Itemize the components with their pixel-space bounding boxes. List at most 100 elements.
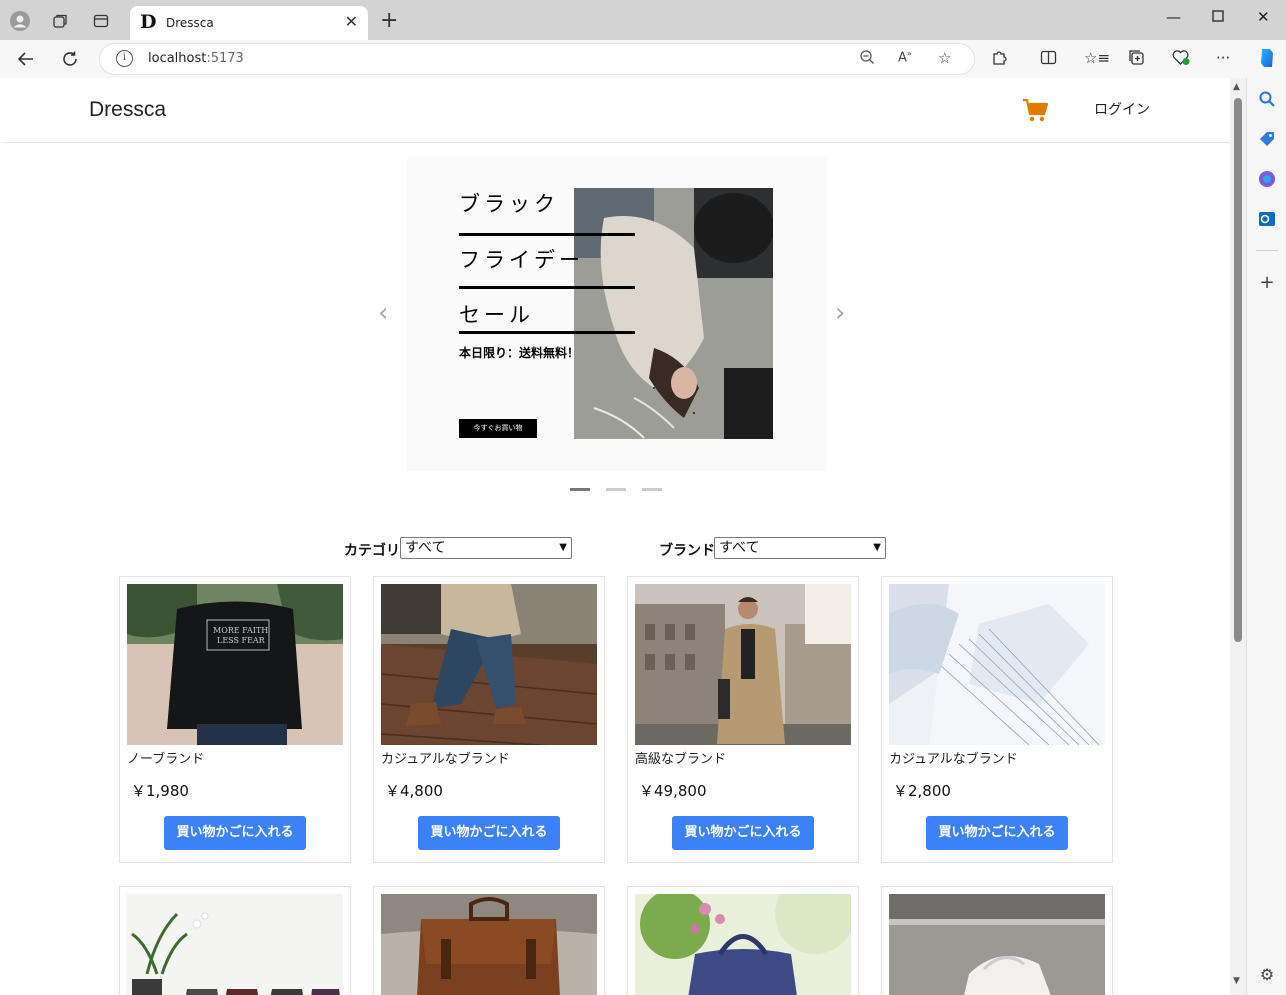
refresh-icon[interactable] bbox=[58, 47, 82, 71]
product-image[interactable] bbox=[635, 584, 851, 745]
close-window-icon[interactable]: ✕ bbox=[1257, 8, 1270, 26]
carousel-slide-photo bbox=[574, 188, 773, 439]
scrollbar-thumb[interactable] bbox=[1234, 98, 1242, 642]
brand-select[interactable]: すべて ▼ bbox=[714, 537, 886, 559]
product-card bbox=[119, 886, 351, 995]
product-price: ￥4,800 bbox=[385, 782, 443, 800]
promo-subtitle: 本日限り：送料無料！ bbox=[459, 346, 580, 360]
product-card bbox=[881, 886, 1113, 995]
promo-headline-1: ブラック bbox=[459, 192, 559, 216]
add-to-cart-button[interactable]: 買い物かごに入れる bbox=[164, 816, 306, 850]
shop-now-button[interactable]: 今すぐお買い物 bbox=[459, 419, 537, 438]
carousel-next-icon[interactable]: › bbox=[835, 298, 845, 328]
site-header: Dressca ログイン bbox=[2, 78, 1230, 143]
product-brand: カジュアルなブランド bbox=[889, 752, 1018, 767]
split-screen-icon[interactable] bbox=[1040, 49, 1057, 70]
tab-close-icon[interactable]: ✕ bbox=[345, 12, 358, 31]
profile-icon[interactable] bbox=[9, 10, 31, 32]
promo-divider bbox=[459, 233, 635, 236]
carousel-dot-1[interactable] bbox=[570, 488, 590, 491]
scroll-up-icon[interactable]: ▲ bbox=[1233, 82, 1240, 92]
address-bar[interactable]: i localhost:5173 A» ☆ bbox=[99, 43, 975, 75]
brand-label: ブランド bbox=[659, 543, 715, 559]
product-image[interactable] bbox=[889, 584, 1105, 745]
outlook-icon[interactable] bbox=[1258, 210, 1276, 228]
tab-title: Dressca bbox=[166, 16, 214, 30]
browser-tab-bar: D Dressca ✕ + — ✕ bbox=[0, 0, 1286, 40]
favorite-star-icon[interactable]: ☆ bbox=[938, 49, 951, 67]
more-menu-icon[interactable]: ··· bbox=[1216, 49, 1230, 67]
product-brand: カジュアルなブランド bbox=[381, 752, 510, 767]
microsoft-365-icon[interactable] bbox=[1258, 170, 1276, 188]
product-brand: 高級なブランド bbox=[635, 752, 727, 767]
product-price: ￥2,800 bbox=[893, 782, 951, 800]
page-scrollbar[interactable]: ▲ ▼ bbox=[1230, 78, 1246, 995]
chevron-down-icon: ▼ bbox=[873, 542, 881, 553]
favorites-icon[interactable]: ☆≡ bbox=[1084, 49, 1110, 67]
chevron-down-icon: ▼ bbox=[559, 542, 567, 553]
browser-tab[interactable]: D Dressca ✕ bbox=[130, 6, 368, 40]
maximize-icon[interactable] bbox=[1212, 8, 1224, 26]
shopping-tag-icon[interactable] bbox=[1258, 130, 1276, 148]
product-image[interactable]: MORE FAITH LESS FEAR bbox=[127, 584, 343, 745]
url-host: localhost bbox=[148, 51, 207, 66]
url-port: :5173 bbox=[206, 51, 244, 66]
workspaces-icon[interactable] bbox=[49, 10, 71, 32]
read-aloud-icon[interactable]: A» bbox=[898, 49, 912, 65]
browser-sidebar: + ⚙ bbox=[1246, 78, 1286, 995]
brand-select-value: すべて bbox=[719, 540, 760, 556]
promo-divider bbox=[459, 331, 635, 334]
product-image[interactable] bbox=[127, 894, 343, 995]
sidebar-settings-icon[interactable]: ⚙ bbox=[1258, 966, 1276, 984]
add-sidebar-app-icon[interactable]: + bbox=[1258, 274, 1276, 292]
category-label: カテゴリ bbox=[344, 543, 400, 559]
site-brand[interactable]: Dressca bbox=[89, 98, 166, 122]
product-image[interactable] bbox=[635, 894, 851, 995]
collections-icon[interactable] bbox=[1128, 49, 1145, 70]
product-image[interactable] bbox=[889, 894, 1105, 995]
extensions-icon[interactable] bbox=[991, 49, 1008, 70]
carousel-dot-2[interactable] bbox=[606, 488, 626, 491]
carousel-prev-icon[interactable]: ‹ bbox=[378, 298, 388, 328]
product-brand: ノーブランド bbox=[127, 752, 205, 767]
browser-essentials-icon[interactable] bbox=[1172, 49, 1191, 70]
product-card bbox=[627, 886, 859, 995]
tab-actions-icon[interactable] bbox=[90, 10, 112, 32]
new-tab-icon[interactable]: + bbox=[380, 8, 398, 33]
category-select-value: すべて bbox=[405, 540, 446, 556]
promo-divider bbox=[459, 286, 635, 289]
svg-text:MORE FAITH: MORE FAITH bbox=[213, 626, 268, 635]
minimize-icon[interactable]: — bbox=[1166, 8, 1181, 26]
svg-text:LESS FEAR: LESS FEAR bbox=[217, 636, 266, 645]
product-image[interactable] bbox=[381, 894, 597, 995]
cart-icon[interactable] bbox=[1022, 97, 1050, 123]
product-card: MORE FAITH LESS FEAR ノーブランド ￥1,980 買い物かご… bbox=[119, 576, 351, 863]
carousel-dot-3[interactable] bbox=[642, 488, 662, 491]
category-select[interactable]: すべて ▼ bbox=[400, 537, 572, 559]
product-price: ￥49,800 bbox=[639, 782, 707, 800]
product-card: カジュアルなブランド ￥4,800 買い物かごに入れる bbox=[373, 576, 605, 863]
add-to-cart-button[interactable]: 買い物かごに入れる bbox=[418, 816, 560, 850]
url-text: localhost:5173 bbox=[148, 51, 244, 66]
tab-favicon-icon: D bbox=[140, 11, 157, 33]
add-to-cart-button[interactable]: 買い物かごに入れる bbox=[672, 816, 814, 850]
add-to-cart-button[interactable]: 買い物かごに入れる bbox=[926, 816, 1068, 850]
product-card: 高級なブランド ￥49,800 買い物かごに入れる bbox=[627, 576, 859, 863]
web-page: Dressca ログイン ブラック フライデー セール 本日限り：送料無料！ 今… bbox=[2, 78, 1230, 995]
product-image[interactable] bbox=[381, 584, 597, 745]
browser-toolbar: i localhost:5173 A» ☆ ☆≡ ··· bbox=[0, 40, 1286, 78]
product-card: カジュアルなブランド ￥2,800 買い物かごに入れる bbox=[881, 576, 1113, 863]
product-card bbox=[373, 886, 605, 995]
promo-headline-3: セール bbox=[459, 303, 534, 327]
sidebar-divider bbox=[1256, 250, 1278, 251]
search-icon[interactable] bbox=[1258, 90, 1276, 108]
scroll-down-icon[interactable]: ▼ bbox=[1233, 976, 1240, 986]
product-price: ￥1,980 bbox=[131, 782, 189, 800]
login-link[interactable]: ログイン bbox=[1094, 99, 1150, 119]
promo-headline-2: フライデー bbox=[459, 248, 584, 272]
back-icon[interactable] bbox=[14, 47, 38, 71]
site-info-icon[interactable]: i bbox=[116, 50, 133, 67]
copilot-icon[interactable] bbox=[1256, 47, 1278, 73]
promo-carousel: ブラック フライデー セール 本日限り：送料無料！ 今すぐお買い物 bbox=[407, 156, 827, 471]
zoom-out-icon[interactable] bbox=[859, 49, 875, 69]
